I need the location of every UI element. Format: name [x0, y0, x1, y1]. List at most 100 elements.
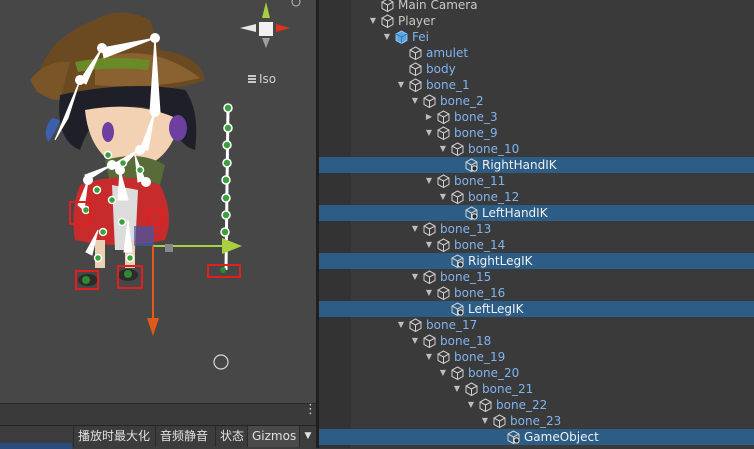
hierarchy-row[interactable]: ▼ bone_17	[319, 317, 754, 333]
expand-arrow-icon[interactable]: ▶	[424, 112, 434, 122]
hierarchy-row-label: RightHandIK	[482, 158, 557, 172]
hierarchy-row[interactable]: ▼ bone_18	[319, 333, 754, 349]
hierarchy-row-label: bone_16	[454, 286, 506, 300]
hierarchy-row-label: bone_10	[468, 142, 520, 156]
cube-icon	[437, 350, 450, 365]
cube-icon	[423, 222, 436, 237]
ik-cube-icon	[451, 254, 464, 269]
cube-icon	[437, 126, 450, 141]
stats-button[interactable]: 状态	[215, 426, 247, 447]
hierarchy-row-label: bone_11	[454, 174, 506, 188]
hierarchy-row[interactable]: ▼ bone_21	[319, 381, 754, 397]
hierarchy-row[interactable]: RightLegIK	[319, 253, 754, 269]
hierarchy-row-label: bone_17	[426, 318, 478, 332]
hierarchy-row[interactable]: LeftHandIK	[319, 205, 754, 221]
collapse-arrow-icon[interactable]: ▼	[466, 400, 476, 410]
cube-icon	[409, 318, 422, 333]
hierarchy-row-label: RightLegIK	[468, 254, 533, 268]
ik-cube-icon	[507, 430, 520, 445]
cube-icon	[479, 398, 492, 413]
hierarchy-row[interactable]: ▼ bone_13	[319, 221, 754, 237]
gizmos-button[interactable]: Gizmos	[247, 426, 299, 447]
mute-audio-button[interactable]: 音频静音	[155, 426, 215, 447]
projection-label: Iso	[259, 72, 277, 86]
hierarchy-row[interactable]: ▼ Player	[319, 13, 754, 29]
hierarchy-row-label: bone_9	[454, 126, 498, 140]
hierarchy-row[interactable]: ▶ bone_3	[319, 109, 754, 125]
hierarchy-row[interactable]: ▼ Fei	[319, 29, 754, 45]
projection-toggle[interactable]: Iso	[248, 72, 276, 86]
hierarchy-row[interactable]: ▼ bone_1	[319, 77, 754, 93]
hierarchy-row-label: bone_14	[454, 238, 506, 252]
collapse-arrow-icon[interactable]: ▼	[480, 416, 490, 426]
cube-icon	[423, 270, 436, 285]
hierarchy-row[interactable]: body	[319, 61, 754, 77]
cube-icon	[423, 94, 436, 109]
cube-icon	[451, 366, 464, 381]
hierarchy-row-label: Fei	[412, 30, 429, 44]
hierarchy-row[interactable]: ▼ bone_2	[319, 93, 754, 109]
collapse-arrow-icon[interactable]: ▼	[382, 32, 392, 42]
cube-icon	[409, 78, 422, 93]
hierarchy-row-label: body	[426, 62, 456, 76]
ik-cube-icon	[465, 158, 478, 173]
scene-view[interactable]: Iso	[0, 0, 316, 403]
hierarchy-row-label: bone_12	[468, 190, 520, 204]
hierarchy-row-label: GameObject	[524, 430, 599, 444]
tab-indicator	[0, 443, 72, 449]
hierarchy-row[interactable]: ▼ bone_9	[319, 125, 754, 141]
gizmos-dropdown-icon[interactable]: ▼	[299, 426, 316, 447]
hierarchy-row[interactable]: amulet	[319, 45, 754, 61]
collapse-arrow-icon[interactable]: ▼	[424, 288, 434, 298]
more-options-icon[interactable]: ⋮	[304, 403, 317, 416]
collapse-arrow-icon[interactable]: ▼	[452, 384, 462, 394]
hierarchy-row-label: bone_13	[440, 222, 492, 236]
hierarchy-row[interactable]: ▼ bone_11	[319, 173, 754, 189]
collapse-arrow-icon[interactable]: ▼	[438, 368, 448, 378]
hierarchy-row-label: LeftHandIK	[482, 206, 548, 220]
cube-icon	[437, 174, 450, 189]
hierarchy-row[interactable]: RightHandIK	[319, 157, 754, 173]
prefab-icon	[395, 30, 408, 44]
scene-canvas[interactable]	[0, 0, 316, 403]
cube-icon	[437, 110, 450, 125]
collapse-arrow-icon[interactable]: ▼	[410, 336, 420, 346]
game-view-toolbar: 播放时最大化 音频静音 状态 Gizmos ▼	[0, 425, 316, 449]
panel-separator: ⋮	[0, 403, 317, 426]
hierarchy-row-label: bone_21	[482, 382, 534, 396]
hierarchy-row[interactable]: ▼ bone_23	[319, 413, 754, 429]
collapse-arrow-icon[interactable]: ▼	[424, 176, 434, 186]
hierarchy-row[interactable]: GameObject	[319, 429, 754, 445]
collapse-arrow-icon[interactable]: ▼	[410, 224, 420, 234]
hierarchy-row-label: bone_22	[496, 398, 548, 412]
collapse-arrow-icon[interactable]: ▼	[438, 144, 448, 154]
hierarchy-row[interactable]: ▼ bone_16	[319, 285, 754, 301]
collapse-arrow-icon[interactable]: ▼	[424, 240, 434, 250]
maximize-on-play-button[interactable]: 播放时最大化	[73, 426, 155, 447]
gizmo-axis-icon	[240, 0, 301, 48]
collapse-arrow-icon[interactable]: ▼	[424, 128, 434, 138]
collapse-arrow-icon[interactable]: ▼	[410, 96, 420, 106]
hierarchy-row[interactable]: ▼ bone_22	[319, 397, 754, 413]
hierarchy-row[interactable]: ▼ bone_15	[319, 269, 754, 285]
hierarchy-row[interactable]: ▼ bone_14	[319, 237, 754, 253]
cube-icon	[493, 414, 506, 429]
hierarchy-panel[interactable]: Main Camera ▼ Player ▼ Fei amulet body ▼ bone_1 ▼…	[319, 0, 754, 448]
collapse-arrow-icon[interactable]: ▼	[396, 320, 406, 330]
hierarchy-row[interactable]: ▼ bone_19	[319, 349, 754, 365]
cube-icon	[465, 382, 478, 397]
hierarchy-row-label: bone_1	[426, 78, 470, 92]
hierarchy-row[interactable]: Main Camera	[319, 0, 754, 13]
hierarchy-row[interactable]: ▼ bone_10	[319, 141, 754, 157]
collapse-arrow-icon[interactable]: ▼	[438, 192, 448, 202]
collapse-arrow-icon[interactable]: ▼	[424, 352, 434, 362]
hierarchy-row[interactable]: LeftLegIK	[319, 301, 754, 317]
hierarchy-row-label: bone_3	[454, 110, 498, 124]
collapse-arrow-icon[interactable]: ▼	[368, 16, 378, 26]
cube-icon	[451, 190, 464, 205]
collapse-arrow-icon[interactable]: ▼	[410, 272, 420, 282]
hierarchy-row[interactable]: ▼ bone_20	[319, 365, 754, 381]
collapse-arrow-icon[interactable]: ▼	[396, 80, 406, 90]
hierarchy-row-label: bone_2	[440, 94, 484, 108]
hierarchy-row[interactable]: ▼ bone_12	[319, 189, 754, 205]
